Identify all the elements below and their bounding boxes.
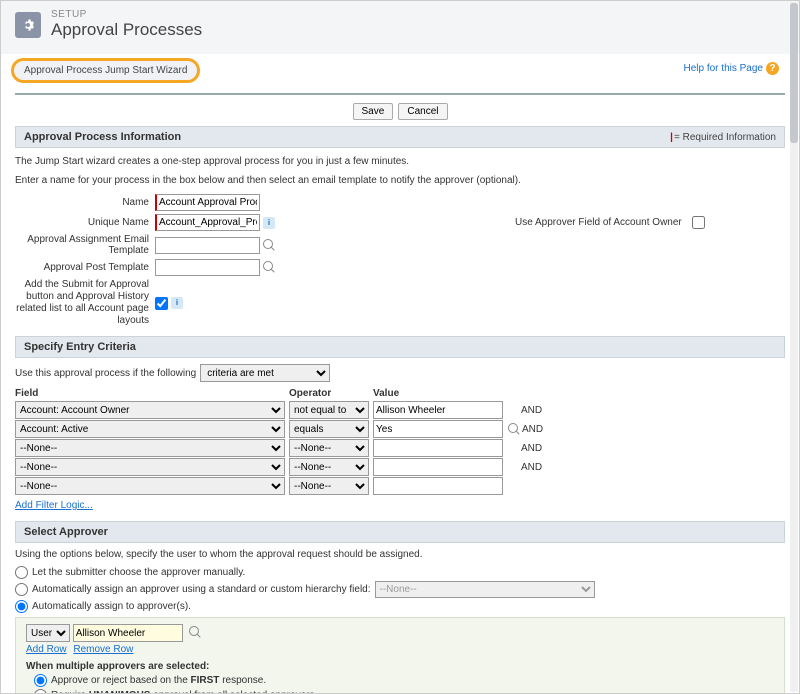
gear-icon	[15, 12, 41, 38]
approver-assignment-box: User Add Row Remove Row When multiple ap…	[15, 617, 785, 694]
info-icon[interactable]: i	[263, 217, 275, 229]
value-input[interactable]	[373, 439, 503, 457]
value-input[interactable]	[373, 477, 503, 495]
section-approval-info: Approval Process Information |= Required…	[15, 126, 785, 148]
intro-text-2: Enter a name for your process in the box…	[15, 175, 785, 186]
remove-row-link[interactable]: Remove Row	[73, 644, 133, 655]
info-icon[interactable]: i	[171, 297, 183, 309]
value-input[interactable]	[373, 401, 503, 419]
email-template-input[interactable]	[155, 237, 260, 254]
label-layout: Add the Submit for Approval button and A…	[15, 279, 155, 327]
assign-type-select[interactable]: User	[26, 624, 70, 642]
cancel-button-top[interactable]: Cancel	[398, 103, 447, 120]
radio-auto[interactable]	[15, 600, 28, 613]
criteria-row: --None-- --None-- AND	[15, 458, 785, 476]
lookup-icon[interactable]	[262, 260, 277, 275]
approver-intro: Using the options below, specify the use…	[15, 549, 785, 560]
criteria-table: Field Operator Value Account: Account Ow…	[15, 388, 785, 495]
radio-manual[interactable]	[15, 566, 28, 579]
lookup-icon[interactable]	[507, 422, 522, 437]
layout-checkbox[interactable]	[155, 297, 168, 310]
radio-unanimous[interactable]	[34, 689, 47, 694]
operator-select[interactable]: --None--	[289, 439, 369, 457]
lookup-icon[interactable]	[262, 238, 277, 253]
post-template-input[interactable]	[155, 259, 260, 276]
field-select[interactable]: Account: Active	[15, 420, 285, 438]
owner-field-checkbox[interactable]	[692, 216, 705, 229]
add-filter-logic-link[interactable]: Add Filter Logic...	[15, 500, 93, 511]
operator-select[interactable]: --None--	[289, 477, 369, 495]
radio-first-response[interactable]	[34, 674, 47, 687]
help-icon: ?	[766, 62, 779, 75]
hierarchy-select[interactable]: --None--	[375, 581, 595, 598]
label-unique-name: Unique Name	[15, 217, 155, 228]
field-select[interactable]: Account: Account Owner	[15, 401, 285, 419]
value-input[interactable]	[373, 458, 503, 476]
label-email-template: Approval Assignment Email Template	[15, 234, 155, 256]
criteria-row: Account: Account Owner not equal to AND	[15, 401, 785, 419]
unique-name-input[interactable]	[155, 214, 260, 231]
criteria-intro: Use this approval process if the followi…	[15, 368, 196, 379]
criteria-mode-select[interactable]: criteria are met	[200, 364, 330, 382]
wizard-breadcrumb: Approval Process Jump Start Wizard	[11, 58, 200, 83]
multi-approver-label: When multiple approvers are selected:	[26, 661, 774, 672]
section-entry-criteria: Specify Entry Criteria	[15, 336, 785, 358]
field-select[interactable]: --None--	[15, 477, 285, 495]
value-input[interactable]	[373, 420, 503, 438]
intro-text-1: The Jump Start wizard creates a one-step…	[15, 156, 785, 167]
save-button-top[interactable]: Save	[353, 103, 394, 120]
setup-label: SETUP	[51, 9, 202, 20]
criteria-row: --None-- --None-- AND	[15, 439, 785, 457]
help-link[interactable]: Help for this Page?	[684, 62, 780, 75]
operator-select[interactable]: --None--	[289, 458, 369, 476]
criteria-row: --None-- --None--	[15, 477, 785, 495]
operator-select[interactable]: not equal to	[289, 401, 369, 419]
page-title: Approval Processes	[51, 20, 202, 40]
field-select[interactable]: --None--	[15, 439, 285, 457]
add-row-link[interactable]: Add Row	[26, 644, 67, 655]
lookup-icon[interactable]	[188, 625, 203, 640]
assign-user-input[interactable]	[73, 624, 183, 642]
field-select[interactable]: --None--	[15, 458, 285, 476]
label-owner-field: Use Approver Field of Account Owner	[515, 217, 682, 228]
divider	[15, 93, 785, 95]
criteria-row: Account: Active equals AND	[15, 420, 785, 438]
scrollbar[interactable]	[790, 2, 798, 692]
label-name: Name	[15, 197, 155, 208]
page-header: SETUP Approval Processes	[1, 1, 799, 54]
operator-select[interactable]: equals	[289, 420, 369, 438]
name-input[interactable]	[155, 194, 260, 211]
section-select-approver: Select Approver	[15, 521, 785, 543]
label-post-template: Approval Post Template	[15, 262, 155, 273]
radio-hierarchy[interactable]	[15, 583, 28, 596]
